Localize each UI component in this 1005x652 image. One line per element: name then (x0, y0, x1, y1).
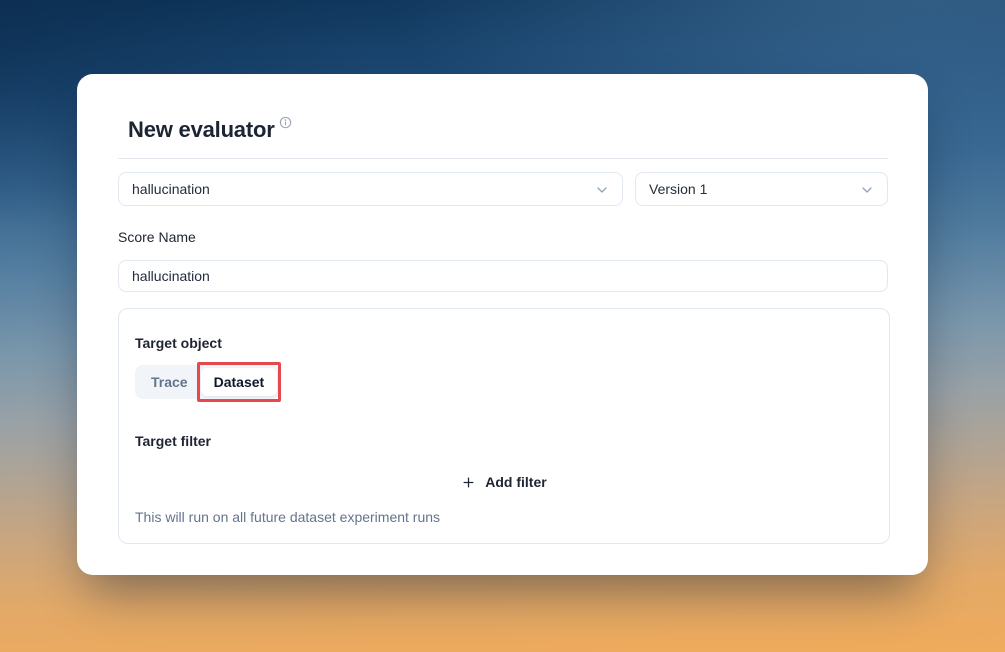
evaluator-template-value: hallucination (132, 181, 210, 197)
version-value: Version 1 (649, 181, 707, 197)
page-title: New evaluator (128, 118, 275, 142)
plus-icon (461, 475, 476, 490)
tab-dataset[interactable]: Dataset (201, 368, 278, 396)
tab-dataset-label: Dataset (214, 374, 265, 390)
add-filter-button[interactable]: Add filter (457, 472, 550, 492)
target-filter-label: Target filter (135, 433, 873, 450)
modal-header: New evaluator (128, 118, 888, 144)
evaluator-template-select[interactable]: hallucination (118, 172, 623, 206)
version-select[interactable]: Version 1 (635, 172, 888, 206)
target-section: Target object Trace Dataset Target filte… (118, 308, 890, 544)
header-divider (118, 158, 888, 159)
new-evaluator-modal: New evaluator hallucination (77, 74, 928, 575)
add-filter-label: Add filter (485, 474, 546, 490)
selects-row: hallucination Version 1 (118, 172, 888, 206)
score-name-input[interactable] (118, 260, 888, 292)
target-object-label: Target object (135, 335, 873, 352)
add-filter-row: Add filter (135, 472, 873, 492)
chevron-down-icon (859, 182, 875, 198)
tab-trace[interactable]: Trace (138, 368, 201, 396)
dataset-run-helper-text: This will run on all future dataset expe… (135, 509, 873, 526)
info-icon[interactable] (279, 116, 292, 129)
desktop-background: New evaluator hallucination (0, 0, 1005, 652)
score-name-label: Score Name (118, 229, 888, 246)
target-object-segmented-control: Trace Dataset (135, 365, 280, 399)
chevron-down-icon (594, 182, 610, 198)
